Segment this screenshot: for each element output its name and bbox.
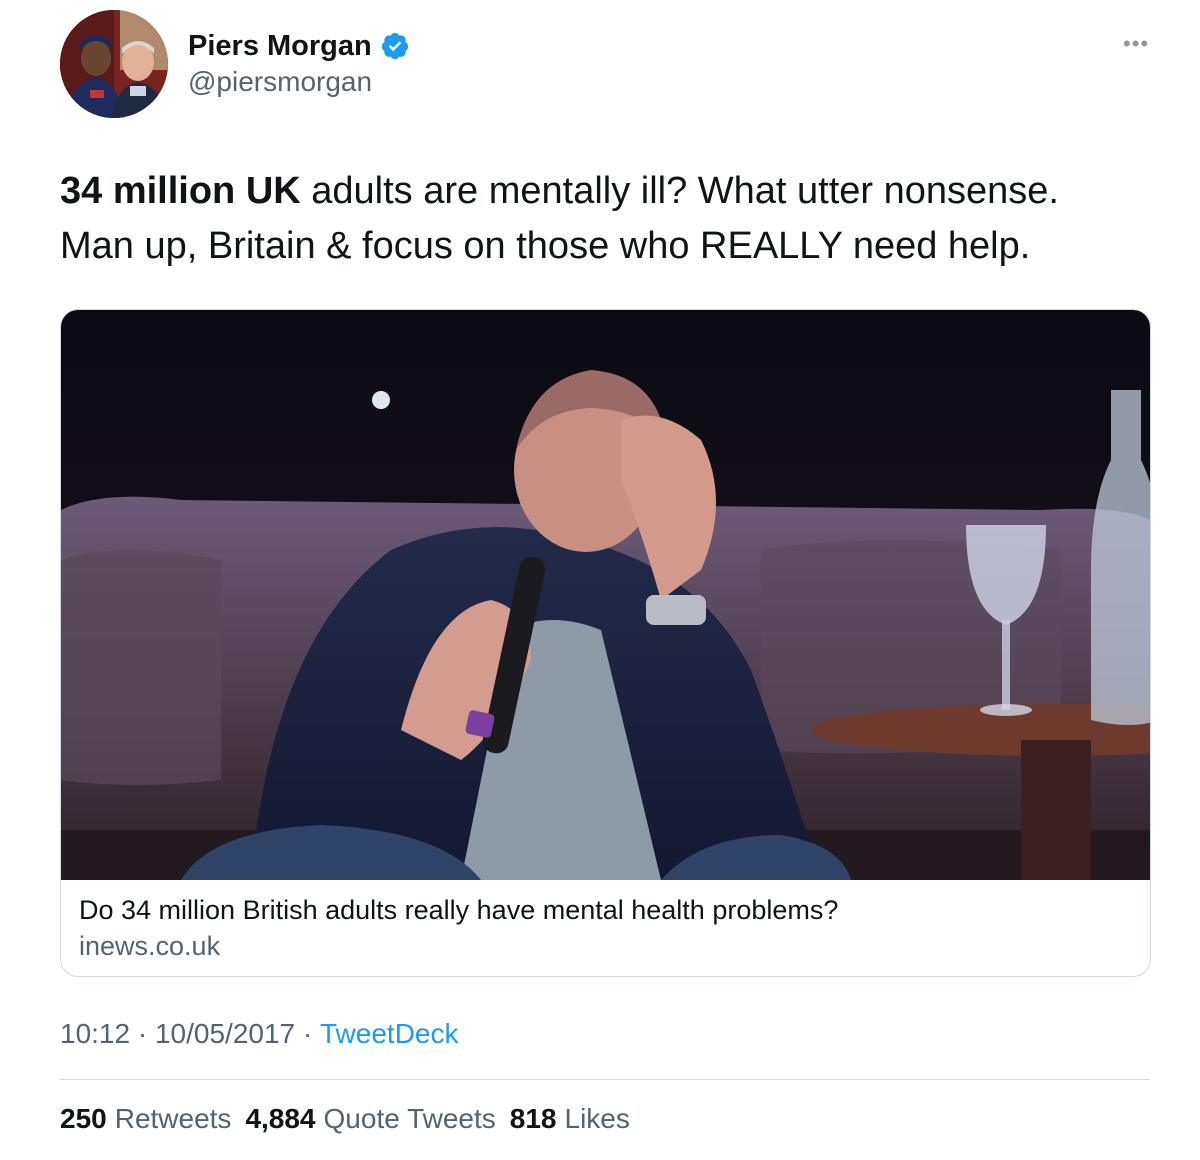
retweets-label: Retweets	[114, 1103, 232, 1134]
quote-tweets-count: 4,884	[245, 1103, 316, 1134]
quote-tweets-label: Quote Tweets	[323, 1103, 496, 1134]
tweet-stats: 250 Retweets 4,884 Quote Tweets 818 Like…	[60, 1103, 630, 1135]
likes-stat[interactable]: 818 Likes	[510, 1103, 630, 1135]
avatar-image	[60, 10, 168, 118]
quote-tweets-stat[interactable]: 4,884 Quote Tweets	[245, 1103, 495, 1135]
tweet-text-line-1: 34 million UK adults are mentally ill? W…	[60, 164, 1150, 219]
link-card[interactable]: Do 34 million British adults really have…	[60, 309, 1151, 977]
tweet-text: 34 million UK adults are mentally ill? W…	[60, 164, 1150, 274]
tweet-meta: 10:12 · 10/05/2017 · TweetDeck	[60, 1018, 459, 1050]
likes-count: 818	[509, 1103, 557, 1134]
retweets-stat[interactable]: 250 Retweets	[60, 1103, 231, 1135]
tweet-text-line-1-rest: adults are mentally ill? What utter nons…	[300, 170, 1059, 212]
meta-separator-1: ·	[130, 1018, 155, 1049]
handle[interactable]: @piersmorgan	[188, 66, 410, 98]
tweet-text-bold: 34 million UK	[60, 170, 301, 212]
card-image	[61, 310, 1150, 880]
tweet-time[interactable]: 10:12	[60, 1018, 130, 1050]
card-domain: inews.co.uk	[79, 931, 221, 961]
tweet-source[interactable]: TweetDeck	[320, 1018, 459, 1050]
more-options-icon[interactable]: •••	[1123, 33, 1149, 55]
display-name[interactable]: Piers Morgan	[188, 30, 372, 63]
card-title[interactable]: Do 34 million British adults really have…	[79, 895, 838, 926]
avatar[interactable]	[60, 10, 168, 118]
likes-label: Likes	[564, 1103, 630, 1134]
tweet: Piers Morgan @piersmorgan ••• 34 million…	[0, 0, 1200, 1160]
tweet-text-line-2: Man up, Britain & focus on those who REA…	[60, 225, 1031, 267]
meta-separator-2: ·	[295, 1018, 320, 1049]
verified-badge-icon	[380, 31, 410, 61]
author-block: Piers Morgan @piersmorgan	[188, 28, 410, 98]
name-row: Piers Morgan	[188, 28, 410, 64]
tweet-date[interactable]: 10/05/2017	[155, 1018, 295, 1050]
retweets-count: 250	[60, 1103, 107, 1134]
divider	[60, 1079, 1150, 1080]
